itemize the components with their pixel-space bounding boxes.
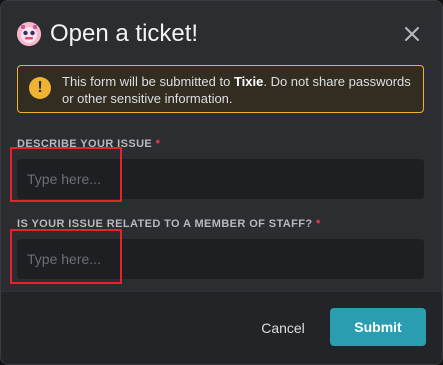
submit-button[interactable]: Submit [330, 308, 426, 346]
warning-banner: ! This form will be submitted to Tixie. … [17, 65, 424, 113]
warning-text: This form will be submitted to Tixie. Do… [62, 73, 411, 107]
warning-bot-name: Tixie [233, 74, 264, 89]
describe-issue-input[interactable] [17, 159, 424, 199]
modal-footer: Cancel Submit [1, 291, 442, 364]
staff-related-input[interactable] [17, 239, 424, 279]
modal-title: Open a ticket! [50, 20, 199, 47]
field-label-staff: IS YOUR ISSUE RELATED TO A MEMBER OF STA… [17, 218, 321, 230]
cancel-button[interactable]: Cancel [247, 310, 319, 346]
required-mark: * [315, 218, 321, 230]
field-label-issue: DESCRIBE YOUR ISSUE * [17, 138, 160, 150]
exclamation-icon: ! [29, 77, 51, 99]
close-icon[interactable] [402, 24, 422, 44]
field-label-staff-text: IS YOUR ISSUE RELATED TO A MEMBER OF STA… [17, 218, 313, 230]
bot-avatar-icon [17, 22, 41, 46]
ticket-modal: Open a ticket! ! This form will be submi… [0, 0, 443, 365]
warning-prefix: This form will be submitted to [62, 74, 234, 89]
required-mark: * [155, 138, 161, 150]
field-label-issue-text: DESCRIBE YOUR ISSUE [17, 138, 153, 150]
modal-header: Open a ticket! [17, 17, 426, 53]
